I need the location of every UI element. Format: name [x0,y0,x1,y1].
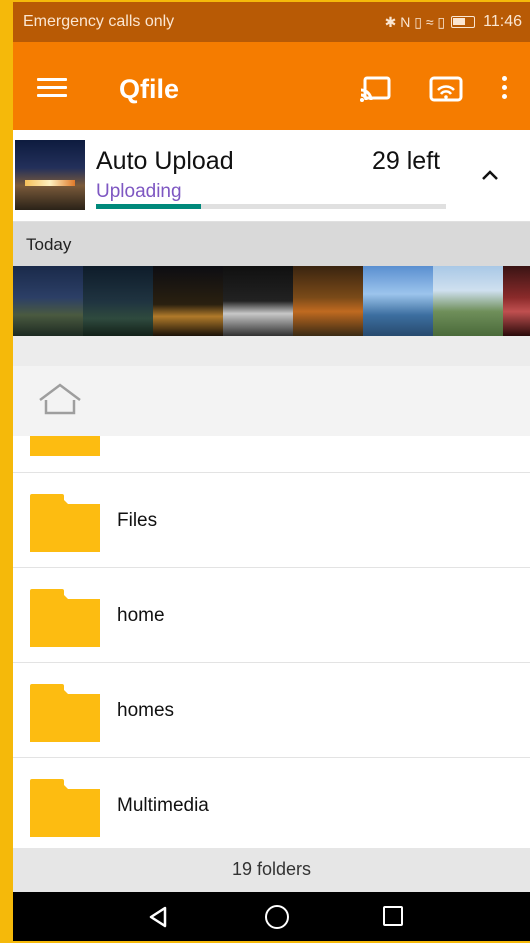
list-item[interactable]: Files [13,474,530,568]
list-item[interactable]: home [13,569,530,663]
status-icons: ✱ N ▯ ≈ ▯ 11:46 [385,13,522,31]
home-nav-icon[interactable] [265,905,289,929]
photo-thumbnail[interactable] [363,266,433,336]
upload-title: Auto Upload [96,147,234,175]
photo-thumbnail[interactable] [503,266,530,336]
screen: Emergency calls only ✱ N ▯ ≈ ▯ 11:46 Qfi… [13,2,530,941]
upload-remaining: 29 left [372,147,441,175]
folder-icon [30,589,100,647]
upload-status: Uploading [96,181,182,202]
breadcrumb [13,366,530,436]
status-glyphs-icon: ✱ N ▯ ≈ ▯ [384,13,446,30]
navigation-bar [13,892,530,941]
upload-progress-bar [96,204,446,209]
upload-thumbnail [15,140,85,210]
upload-progress-fill [96,204,201,209]
section-spacer [13,336,530,366]
photo-thumbnail[interactable] [293,266,363,336]
clock: 11:46 [483,13,522,30]
chevron-up-icon[interactable] [481,168,499,186]
folder-list: Files home homes Multimedia [13,436,530,848]
more-options-icon[interactable] [499,76,509,102]
photo-thumbnail[interactable] [433,266,503,336]
folder-name: Multimedia [117,795,209,816]
wifi-display-icon[interactable] [429,76,463,109]
photo-thumbnail[interactable] [13,266,83,336]
device-frame: Emergency calls only ✱ N ▯ ≈ ▯ 11:46 Qfi… [0,0,530,943]
list-item[interactable]: homes [13,664,530,758]
photo-thumbnail[interactable] [223,266,293,336]
menu-icon[interactable] [37,78,67,98]
photo-thumbnail[interactable] [83,266,153,336]
folder-icon [30,494,100,552]
folder-name: Files [117,510,158,531]
back-icon[interactable] [148,906,168,933]
photo-strip [13,266,530,336]
carrier-text: Emergency calls only [23,13,175,30]
app-bar: Qfile [13,42,530,130]
battery-icon [451,16,476,28]
folder-name: homes [117,700,175,721]
status-bar: Emergency calls only ✱ N ▯ ≈ ▯ 11:46 [13,2,530,42]
today-header: Today [13,222,530,266]
app-title: Qfile [119,74,180,104]
photo-thumbnail[interactable] [153,266,223,336]
auto-upload-card[interactable]: Auto Upload 29 left Uploading [13,130,530,222]
folder-icon [30,684,100,742]
cast-icon[interactable] [359,76,391,107]
recent-apps-icon[interactable] [383,906,403,926]
today-label: Today [26,235,72,254]
list-item[interactable]: Multimedia [13,759,530,848]
folder-icon [30,779,100,837]
folder-count-footer: 19 folders [13,848,530,892]
home-icon[interactable] [37,382,83,421]
folder-name: home [117,605,165,626]
list-item[interactable] [13,436,530,473]
folder-count: 19 folders [231,859,312,879]
folder-icon [30,436,100,456]
